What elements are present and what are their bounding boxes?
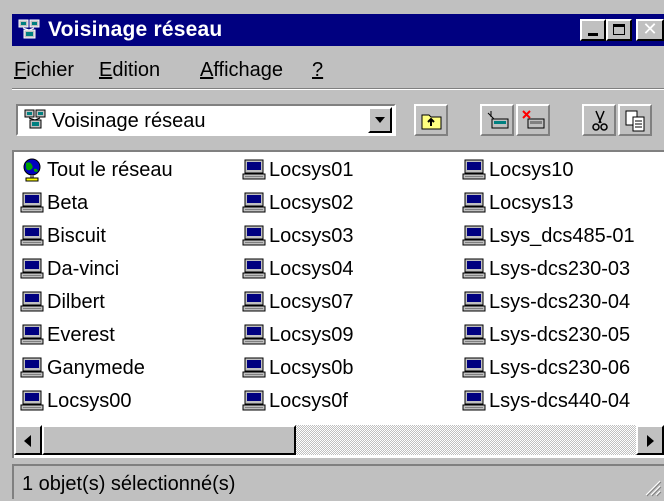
copy-button[interactable] — [618, 104, 652, 136]
computer-icon — [242, 356, 266, 380]
menu-edition[interactable]: Edition — [99, 58, 160, 82]
computer-icon — [20, 323, 44, 347]
menu-label: dition — [112, 59, 161, 81]
item-label: Locsys0f — [269, 390, 348, 412]
scroll-right-button[interactable] — [636, 425, 664, 455]
item-label: Locsys07 — [269, 291, 354, 313]
computer-icon — [242, 323, 266, 347]
status-text: 1 objet(s) sélectionné(s) — [22, 473, 236, 495]
computer-icon — [20, 356, 44, 380]
maximize-button[interactable] — [606, 19, 632, 41]
menu-help[interactable]: ? — [312, 58, 323, 82]
network-neighborhood-icon — [18, 19, 40, 39]
menu-fichier[interactable]: Fichier — [14, 58, 74, 82]
computer-icon — [462, 356, 486, 380]
item-label: Biscuit — [47, 225, 106, 247]
up-one-level-icon — [421, 114, 442, 130]
scroll-left-button[interactable] — [14, 425, 42, 455]
network-neighborhood-icon — [24, 109, 46, 129]
computer-icon — [20, 224, 44, 248]
minimize-button[interactable] — [580, 19, 606, 41]
computer-icon — [20, 389, 44, 413]
close-icon: ✕ — [642, 19, 658, 39]
item-label: Beta — [47, 192, 89, 214]
maximize-icon — [613, 24, 625, 35]
minimize-icon — [588, 33, 598, 36]
computer-icon — [242, 257, 266, 281]
computer-icon — [462, 224, 486, 248]
item-label: Locsys0b — [269, 357, 354, 379]
menu-accel: E — [99, 59, 113, 81]
computer-icon — [462, 290, 486, 314]
title-bar[interactable]: Voisinage réseau ✕ — [12, 14, 664, 46]
item-label: Locsys00 — [47, 390, 132, 412]
address-combo[interactable]: Voisinage réseau — [16, 104, 396, 136]
explorer-window: Voisinage réseau ✕ Fichier Edition Affic… — [0, 0, 664, 501]
up-one-level-button[interactable] — [414, 104, 448, 136]
computer-icon — [242, 389, 266, 413]
item-label: Locsys02 — [269, 192, 354, 214]
item-label: Lsys-dcs230-06 — [489, 357, 631, 379]
item-label: Locsys03 — [269, 225, 354, 247]
map-network-drive-icon — [487, 111, 509, 129]
menu-bar: Fichier Edition Affichage ? — [12, 50, 664, 86]
computer-icon — [462, 257, 486, 281]
entire-network-icon — [20, 158, 44, 182]
arrow-left-icon — [24, 435, 31, 447]
menu-label: ffichage — [213, 59, 284, 81]
item-label: Everest — [47, 324, 115, 346]
item-label: Dilbert — [47, 291, 105, 313]
computer-icon — [242, 158, 266, 182]
computer-icon — [462, 389, 486, 413]
close-button[interactable]: ✕ — [636, 19, 664, 41]
cut-icon — [592, 110, 608, 131]
item-label: Locsys01 — [269, 159, 354, 181]
arrow-right-icon — [647, 435, 654, 447]
menu-accel: F — [14, 59, 27, 81]
item-label: Locsys10 — [489, 159, 574, 181]
chevron-down-icon — [375, 117, 385, 123]
item-label: Locsys13 — [489, 192, 574, 214]
menu-accel: ? — [312, 59, 324, 81]
item-label: Locsys04 — [269, 258, 354, 280]
menu-label: ichier — [26, 59, 75, 81]
computer-icon — [242, 191, 266, 215]
menu-affichage[interactable]: Affichage — [200, 58, 283, 82]
resize-grip-icon[interactable] — [642, 477, 662, 497]
computer-icon — [462, 191, 486, 215]
item-label: Lsys-dcs230-04 — [489, 291, 631, 313]
copy-icon — [625, 110, 645, 132]
status-field: 1 objet(s) sélectionné(s) — [12, 464, 664, 499]
address-dropdown-button[interactable] — [368, 107, 392, 133]
item-label: Lsys-dcs440-04 — [489, 390, 631, 412]
computer-icon — [462, 158, 486, 182]
toolbar: Voisinage réseau — [12, 92, 664, 146]
scroll-thumb[interactable] — [42, 425, 296, 455]
map-network-drive-button[interactable] — [480, 104, 514, 136]
computer-icon — [20, 191, 44, 215]
window-title: Voisinage réseau — [48, 18, 223, 41]
computer-icon — [242, 224, 266, 248]
item-label: Ganymede — [47, 357, 145, 379]
horizontal-scrollbar[interactable] — [14, 425, 664, 455]
address-value: Voisinage réseau — [52, 110, 206, 132]
cut-button[interactable] — [582, 104, 616, 136]
computer-icon — [20, 257, 44, 281]
disconnect-drive-button[interactable] — [516, 104, 550, 136]
item-label: Lsys-dcs230-03 — [489, 258, 631, 280]
file-list[interactable]: Tout le réseau Beta Biscuit Da-vinci Dilbert… — [12, 150, 664, 458]
computer-icon — [242, 290, 266, 314]
item-label: Lsys-dcs230-05 — [489, 324, 631, 346]
menu-accel: A — [200, 59, 214, 81]
item-label: Locsys09 — [269, 324, 354, 346]
computer-icon — [20, 290, 44, 314]
menu-separator — [12, 88, 664, 90]
computer-icon — [462, 323, 486, 347]
disconnect-network-drive-icon — [522, 110, 545, 129]
item-label: Lsys_dcs485-01 — [489, 225, 635, 247]
item-label: Da-vinci — [47, 258, 120, 280]
item-label: Tout le réseau — [47, 159, 173, 181]
status-bar: 1 objet(s) sélectionné(s) — [0, 462, 664, 501]
